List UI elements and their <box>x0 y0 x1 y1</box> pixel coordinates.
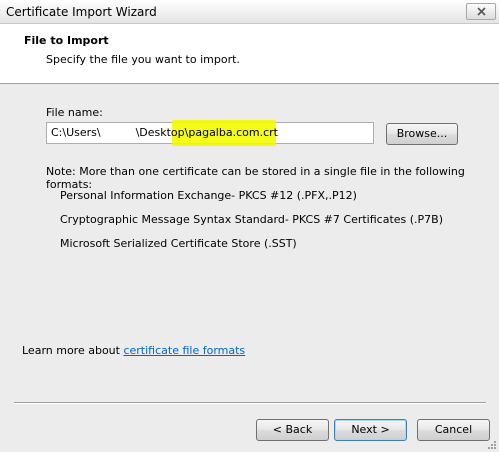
back-button[interactable]: < Back <box>256 419 329 441</box>
next-button[interactable]: Next > <box>334 419 407 441</box>
learn-more-text: Learn more about <box>22 344 124 357</box>
title-bar: Certificate Import Wizard <box>0 0 499 24</box>
file-name-highlighted: pagalba.com.crt <box>188 126 278 139</box>
page-title: File to Import <box>24 34 109 47</box>
format-pfx: Personal Information Exchange- PKCS #12 … <box>60 189 357 202</box>
footer-divider <box>14 402 486 404</box>
format-p7b: Cryptographic Message Syntax Standard- P… <box>60 213 444 226</box>
window-title: Certificate Import Wizard <box>6 5 157 19</box>
file-name-value: C:\Users\ \Desktop\pagalba.com.crt <box>51 126 278 139</box>
resize-grip-icon[interactable] <box>487 440 497 450</box>
page-subtitle: Specify the file you want to import. <box>46 53 240 66</box>
file-name-label: File name: <box>46 106 103 119</box>
close-button[interactable] <box>466 3 496 20</box>
close-icon <box>477 7 486 16</box>
browse-button[interactable]: Browse... <box>386 123 458 145</box>
format-sst: Microsoft Serialized Certificate Store (… <box>60 237 297 250</box>
cancel-button[interactable]: Cancel <box>417 419 490 441</box>
learn-more: Learn more about certificate file format… <box>22 344 245 357</box>
wizard-header: File to Import Specify the file you want… <box>0 24 499 84</box>
formats-note: Note: More than one certificate can be s… <box>46 165 465 191</box>
file-path-prefix: C:\Users\ \Desktop\ <box>51 126 189 139</box>
certificate-formats-link[interactable]: certificate file formats <box>123 344 245 357</box>
